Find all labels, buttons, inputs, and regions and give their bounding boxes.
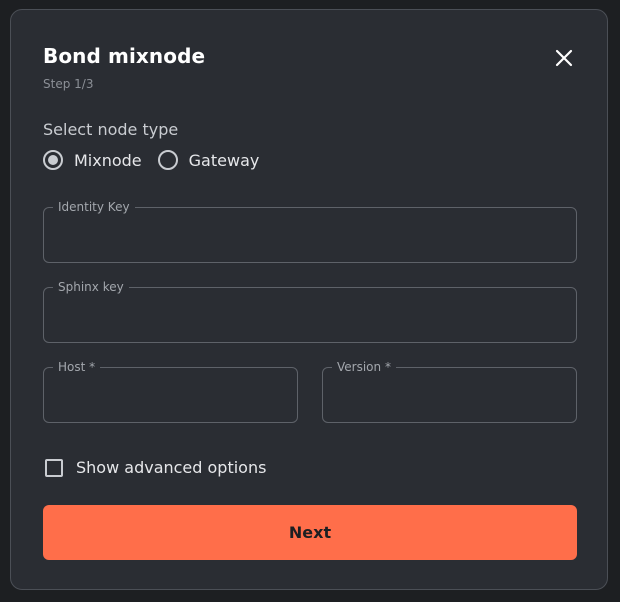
radio-checked-icon[interactable] <box>43 150 63 170</box>
host-input[interactable] <box>58 384 283 408</box>
advanced-options-toggle[interactable]: Show advanced options <box>45 458 266 477</box>
radio-mixnode[interactable]: Mixnode <box>43 150 142 170</box>
checkbox-icon[interactable] <box>45 458 63 477</box>
radio-mixnode-label: Mixnode <box>74 150 142 170</box>
node-type-radio-group: Mixnode Gateway <box>43 150 275 170</box>
dialog-title: Bond mixnode <box>43 44 206 68</box>
identity-key-input[interactable] <box>58 224 562 248</box>
sphinx-key-label: Sphinx key <box>53 279 129 295</box>
identity-key-label: Identity Key <box>53 199 135 215</box>
radio-gateway[interactable]: Gateway <box>157 150 260 170</box>
bond-mixnode-dialog: Bond mixnode Step 1/3 Select node type M… <box>10 9 608 590</box>
node-type-label: Select node type <box>43 120 179 139</box>
version-label: Version * <box>332 359 396 375</box>
next-button[interactable]: Next <box>43 505 577 560</box>
host-label: Host * <box>53 359 101 375</box>
advanced-options-label: Show advanced options <box>76 458 267 477</box>
host-field[interactable]: Host * <box>43 359 298 423</box>
identity-key-field[interactable]: Identity Key <box>43 199 577 263</box>
radio-unchecked-icon[interactable] <box>157 150 178 170</box>
close-icon[interactable] <box>552 46 576 70</box>
sphinx-key-field[interactable]: Sphinx key <box>43 279 577 343</box>
step-indicator: Step 1/3 <box>43 77 94 91</box>
version-field[interactable]: Version * <box>322 359 577 423</box>
version-input[interactable] <box>337 384 562 408</box>
radio-gateway-label: Gateway <box>188 150 260 170</box>
sphinx-key-input[interactable] <box>58 304 562 328</box>
